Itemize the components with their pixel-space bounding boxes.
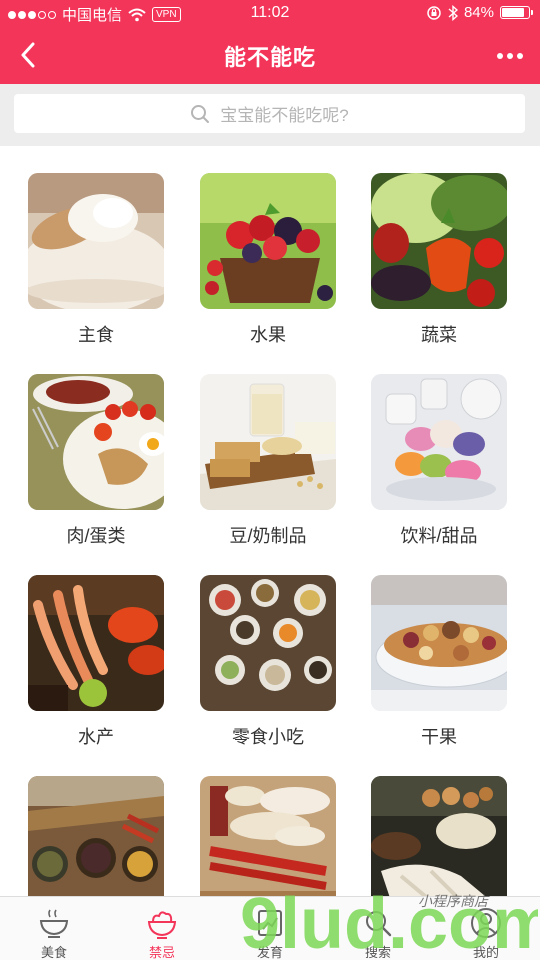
category-item-vegetables[interactable]: 蔬菜: [371, 173, 540, 363]
header: 中国电信 VPN 11:02 84% 能不能吃: [0, 0, 540, 84]
nuts-image: [371, 575, 507, 711]
battery-percent: 84%: [463, 4, 494, 21]
category-label: 蔬菜: [421, 325, 457, 345]
macarons-image: [371, 374, 507, 510]
growth-chart-icon: [258, 910, 282, 936]
search-input[interactable]: 宝宝能不能吃呢?: [14, 94, 525, 133]
category-item-staple-food[interactable]: 主食: [28, 173, 200, 363]
category-item-snacks[interactable]: 零食小吃: [200, 575, 372, 765]
page-title: 能不能吃: [223, 45, 316, 70]
fruit-image: [200, 173, 336, 309]
category-label: 肉/蛋类: [66, 526, 126, 546]
bean-dairy-image: [200, 374, 336, 510]
tab-search[interactable]: 搜索: [324, 897, 432, 960]
category-label: 零食小吃: [232, 727, 304, 747]
category-label: 豆/奶制品: [229, 526, 307, 546]
more-dot: [497, 53, 503, 59]
tab-growth[interactable]: 发育: [216, 897, 324, 960]
category-label: 主食: [78, 325, 114, 345]
tab-label: 美食: [40, 945, 67, 960]
bluetooth-icon: [448, 4, 458, 21]
tab-profile[interactable]: 我的: [432, 897, 540, 960]
status-bar: 中国电信 VPN 11:02 84%: [0, 0, 540, 28]
category-item-dried-herbs[interactable]: [200, 776, 372, 896]
category-item-drinks-desserts[interactable]: 饮料/甜品: [371, 374, 540, 564]
category-item-meat-egg[interactable]: 肉/蛋类: [28, 374, 200, 564]
mushrooms-image: [371, 776, 507, 896]
search-placeholder: 宝宝能不能吃呢?: [220, 106, 349, 125]
category-label: 饮料/甜品: [400, 526, 478, 546]
tab-bar: 美食 禁忌 发育 搜索 我的: [0, 896, 540, 960]
category-item-bean-dairy[interactable]: 豆/奶制品: [200, 374, 372, 564]
category-item-spices[interactable]: [28, 776, 200, 896]
category-item-seafood[interactable]: 水产: [28, 575, 200, 765]
bowl-icon: [39, 909, 69, 938]
more-dot: [507, 53, 513, 59]
more-dot: [517, 53, 523, 59]
more-menu-button[interactable]: [492, 42, 528, 70]
seafood-image: [28, 575, 164, 711]
category-grid: 主食 水果 蔬菜 肉/蛋类 豆/奶制品 饮料/甜品 水产 零食小吃 干果: [0, 146, 540, 896]
navigation-bar: 能不能吃: [0, 28, 540, 84]
search-icon: [366, 911, 392, 937]
user-icon: [471, 908, 501, 938]
search-area: 宝宝能不能吃呢?: [0, 84, 540, 146]
chevron-left-icon: [21, 42, 35, 68]
vegetables-image: [371, 173, 507, 309]
category-label: 水产: [78, 727, 114, 747]
dried-herbs-image: [200, 776, 336, 896]
back-button[interactable]: [14, 40, 42, 70]
category-item-nuts[interactable]: 干果: [371, 575, 540, 765]
tab-label: 禁忌: [148, 945, 175, 960]
battery-icon: [500, 6, 533, 19]
category-item-mushrooms[interactable]: [371, 776, 540, 896]
tab-food[interactable]: 美食: [0, 897, 108, 960]
tab-label: 搜索: [364, 945, 391, 960]
orientation-lock-icon: [427, 5, 441, 20]
rice-image: [28, 173, 164, 309]
tab-label: 发育: [256, 945, 283, 960]
meat-egg-image: [28, 374, 164, 510]
tab-taboo[interactable]: 禁忌: [108, 897, 216, 960]
spices-image: [28, 776, 164, 896]
tab-label: 我的: [472, 945, 499, 960]
category-label: 水果: [250, 325, 286, 345]
search-icon: [191, 104, 210, 123]
salad-bowl-icon: [147, 911, 177, 939]
category-label: 干果: [421, 727, 457, 747]
category-item-fruit[interactable]: 水果: [200, 173, 372, 363]
snacks-image: [200, 575, 336, 711]
